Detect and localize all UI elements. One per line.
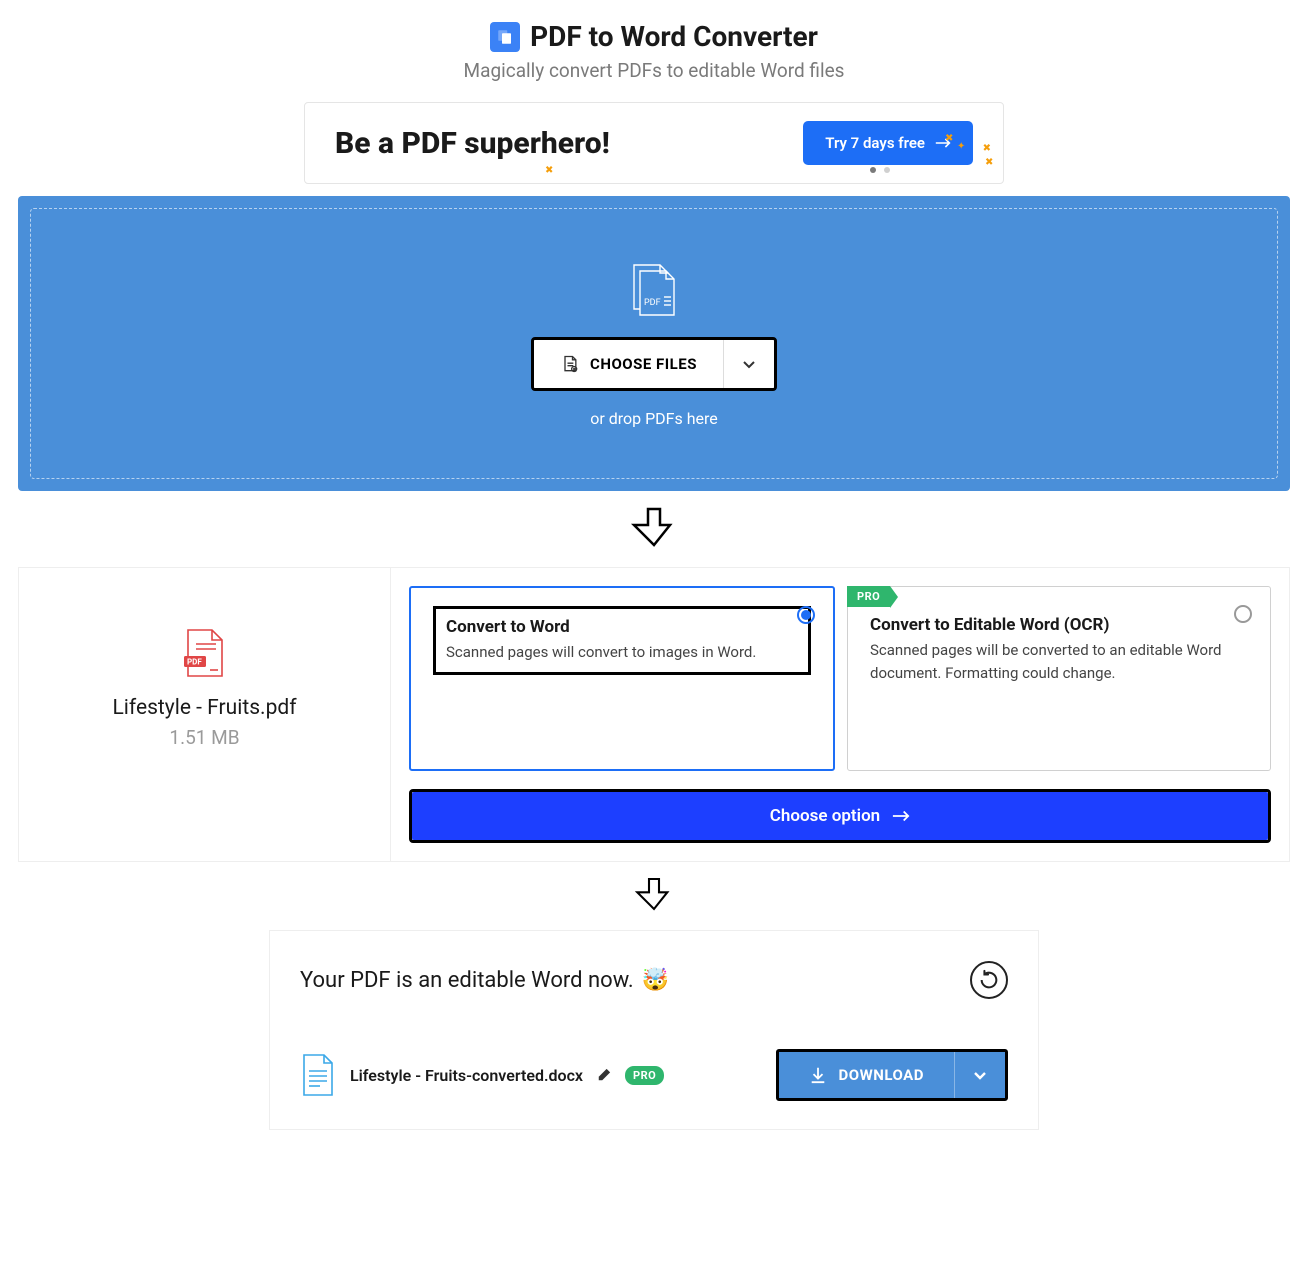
flow-arrow-icon xyxy=(0,874,1308,918)
trial-button-label: Try 7 days free xyxy=(825,134,925,152)
svg-text:PDF: PDF xyxy=(644,298,661,308)
carousel-dot[interactable] xyxy=(870,167,876,173)
option-convert-ocr[interactable]: PRO Convert to Editable Word (OCR) Scann… xyxy=(847,586,1271,771)
page-header: PDF to Word Converter Magically convert … xyxy=(0,20,1308,82)
file-name: Lifestyle - Fruits.pdf xyxy=(39,696,370,720)
svg-text:PDF: PDF xyxy=(187,658,202,667)
download-group: DOWNLOAD xyxy=(776,1049,1008,1101)
option-title: Convert to Editable Word (OCR) xyxy=(870,615,1248,635)
choose-option-label: Choose option xyxy=(770,806,880,826)
radio-unchecked-icon xyxy=(1234,605,1252,623)
doc-file-icon xyxy=(300,1053,336,1097)
option-desc: Scanned pages will be converted to an ed… xyxy=(870,639,1248,684)
choose-files-group: CHOOSE FILES xyxy=(531,337,777,391)
result-filename: Lifestyle - Fruits-converted.docx xyxy=(350,1066,583,1085)
page-title: PDF to Word Converter xyxy=(530,20,818,53)
result-file: Lifestyle - Fruits-converted.docx PRO xyxy=(300,1053,664,1097)
result-card: Your PDF is an editable Word now. 🤯 Life… xyxy=(269,930,1039,1130)
page-subtitle: Magically convert PDFs to editable Word … xyxy=(0,59,1308,82)
download-dropdown[interactable] xyxy=(954,1052,1005,1098)
option-title: Convert to Word xyxy=(446,617,798,637)
file-add-icon xyxy=(560,354,580,374)
mind-blown-emoji: 🤯 xyxy=(642,968,669,993)
radio-checked-icon xyxy=(797,606,815,624)
option-convert-basic[interactable]: Convert to Word Scanned pages will conve… xyxy=(409,586,835,771)
pdf-file-icon: PDF xyxy=(184,628,226,678)
dropzone[interactable]: PDF CHOOSE FILES or drop PDFs here xyxy=(18,196,1290,491)
choose-files-label: CHOOSE FILES xyxy=(590,355,697,373)
options-panel: Convert to Word Scanned pages will conve… xyxy=(390,567,1290,862)
flow-arrow-icon xyxy=(0,503,1308,555)
restart-icon xyxy=(978,969,1000,991)
chevron-down-icon xyxy=(973,1068,987,1082)
sparkle-icon: ✖ xyxy=(945,133,953,144)
arrow-right-icon xyxy=(892,809,910,823)
download-label: DOWNLOAD xyxy=(839,1066,924,1084)
pdf-stack-icon: PDF xyxy=(624,259,684,319)
choose-option-button[interactable]: Choose option xyxy=(412,792,1268,840)
result-message: Your PDF is an editable Word now. 🤯 xyxy=(300,968,669,993)
file-size: 1.51 MB xyxy=(39,726,370,749)
promo-banner: ✖ ✖ ✦ ✖ ✖ Be a PDF superhero! Try 7 days… xyxy=(304,102,1004,184)
choose-files-dropdown[interactable] xyxy=(723,340,774,388)
options-row: PDF Lifestyle - Fruits.pdf 1.51 MB Conve… xyxy=(18,567,1290,862)
sparkle-icon: ✖ xyxy=(545,165,553,176)
choose-files-button[interactable]: CHOOSE FILES xyxy=(534,340,723,388)
drop-hint: or drop PDFs here xyxy=(51,409,1257,428)
sparkle-icon: ✖ xyxy=(985,157,993,168)
carousel-dots xyxy=(870,167,890,173)
sparkle-icon: ✖ xyxy=(983,143,991,154)
carousel-dot[interactable] xyxy=(884,167,890,173)
option-desc: Scanned pages will convert to images in … xyxy=(446,641,798,664)
edit-icon[interactable] xyxy=(597,1068,611,1082)
restart-button[interactable] xyxy=(970,961,1008,999)
download-icon xyxy=(809,1066,827,1084)
sparkle-icon: ✦ xyxy=(957,141,965,152)
download-button[interactable]: DOWNLOAD xyxy=(779,1052,954,1098)
file-card: PDF Lifestyle - Fruits.pdf 1.51 MB xyxy=(18,567,390,862)
chevron-down-icon xyxy=(742,357,756,371)
promo-headline: Be a PDF superhero! xyxy=(335,126,610,161)
pro-pill: PRO xyxy=(625,1066,664,1085)
converter-icon xyxy=(490,22,520,52)
pro-badge: PRO xyxy=(847,586,890,607)
